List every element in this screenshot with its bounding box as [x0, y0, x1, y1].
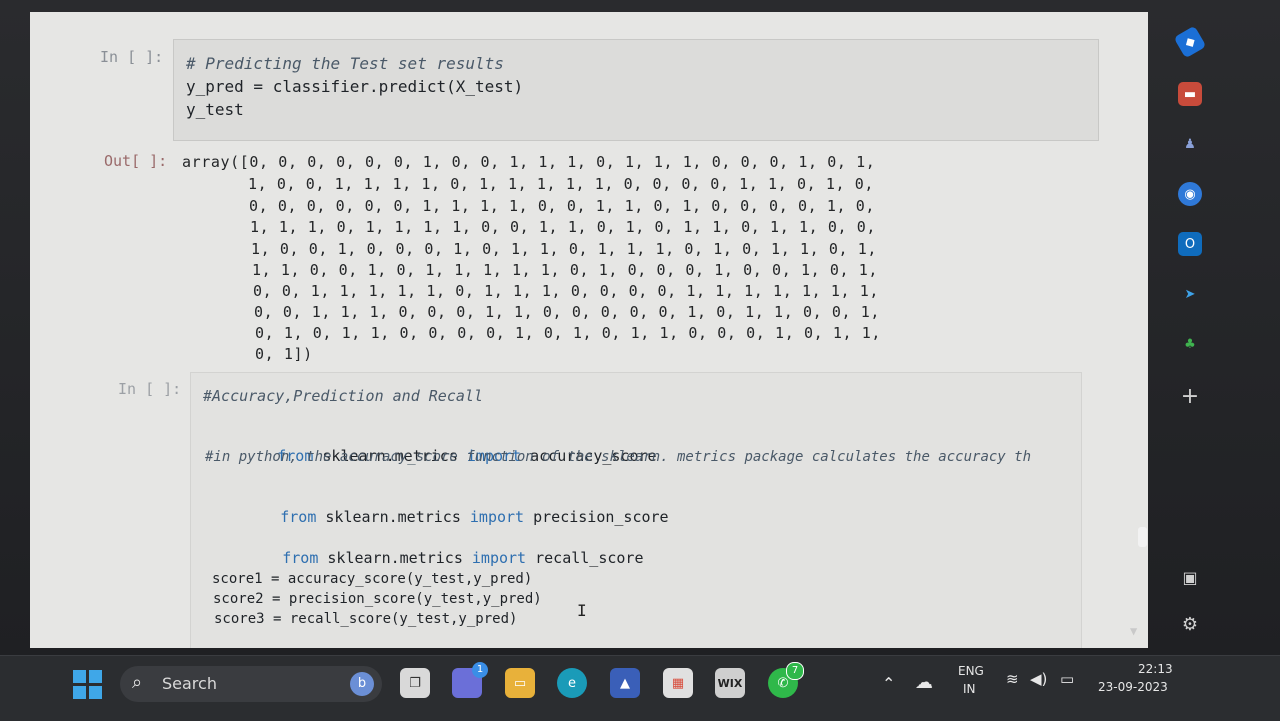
monitor-screen: In [ ]: # Predicting the Test set result…	[0, 0, 1280, 655]
scrollbar-thumb[interactable]	[1138, 527, 1147, 547]
windows-logo-tile	[89, 686, 102, 699]
windows-logo-tile	[89, 670, 102, 683]
outlook-icon[interactable]: O	[1178, 232, 1202, 256]
language-indicator-bottom[interactable]: IN	[963, 682, 976, 696]
sidebar-dock: ◆ ▬ ♟ ◉ O ➤ ♣ + ▣ ⚙	[1172, 20, 1212, 650]
windows-logo-tile	[73, 670, 86, 683]
output-line: 1, 1, 0, 0, 1, 0, 1, 1, 1, 1, 1, 0, 1, 0…	[252, 261, 878, 279]
split-screen-icon[interactable]: ▣	[1178, 565, 1202, 589]
whatsapp-icon[interactable]: ✆ 7	[768, 662, 804, 698]
people-icon[interactable]: ♟	[1178, 132, 1202, 156]
import-name: precision_score	[524, 508, 669, 526]
code-line: score3 = recall_score(y_test,y_pred)	[214, 611, 518, 627]
code-cell-input[interactable]: # Predicting the Test set results y_pred…	[173, 39, 1099, 141]
show-hidden-icons-chevron-icon[interactable]: ⌃	[882, 674, 895, 693]
keyword-from: from	[280, 508, 317, 526]
start-button[interactable]	[73, 670, 103, 700]
onedrive-cloud-icon[interactable]: ☁	[915, 672, 933, 693]
code-cell-input[interactable]: #Accuracy,Prediction and Recall from skl…	[190, 372, 1082, 648]
photo-app-icon[interactable]: ▲	[610, 668, 640, 698]
file-explorer-icon[interactable]: ▭	[505, 668, 535, 698]
output-line: 0, 0, 1, 1, 1, 1, 1, 0, 1, 1, 1, 0, 0, 0…	[253, 282, 879, 300]
output-line: 0, 1, 0, 1, 1, 0, 0, 0, 0, 1, 0, 1, 0, 1…	[255, 324, 881, 342]
code-comment: #in python, the accuracy_score function …	[205, 449, 1032, 465]
output-line: 0, 0, 0, 0, 0, 0, 1, 1, 1, 1, 0, 0, 1, 1…	[249, 197, 875, 215]
keyword-import: import	[469, 508, 525, 526]
edge-browser-icon[interactable]: e	[557, 668, 587, 698]
import-name: recall_score	[526, 549, 644, 567]
wix-app-icon[interactable]: WIX	[715, 668, 745, 698]
clock-date[interactable]: 23-09-2023	[1098, 680, 1168, 694]
keyword-from: from	[282, 549, 319, 567]
output-line: 1, 1, 1, 0, 1, 1, 1, 1, 0, 0, 1, 1, 0, 1…	[250, 218, 876, 236]
output-line: 0, 0, 1, 1, 1, 0, 0, 0, 1, 1, 0, 0, 0, 0…	[254, 303, 880, 321]
settings-icon[interactable]: ⚙	[1178, 612, 1202, 636]
code-comment: #Accuracy,Prediction and Recall	[203, 387, 483, 405]
output-line: 0, 1])	[255, 345, 313, 363]
store-icon[interactable]: ▦	[663, 668, 693, 698]
windows-logo-tile	[73, 686, 86, 699]
language-indicator-top[interactable]: ENG	[958, 664, 984, 678]
battery-icon[interactable]: ▭	[1060, 670, 1074, 688]
tag-icon[interactable]: ◆	[1173, 25, 1207, 59]
code-line: y_pred = classifier.predict(X_test)	[186, 77, 524, 96]
wifi-icon[interactable]: ≋	[1006, 670, 1019, 688]
taskbar: ⌕ Search b ❐ 1 ▭ e ▲ ▦ WIX ✆ 7 ⌃ ☁ ENG I…	[0, 655, 1280, 721]
cell-prompt-out: Out[ ]:	[104, 152, 168, 170]
cell-prompt-in: In [ ]:	[100, 48, 164, 66]
cell-prompt-in: In [ ]:	[118, 380, 182, 398]
code-line: score1 = accuracy_score(y_test,y_pred)	[212, 571, 533, 587]
clock-time[interactable]: 22:13	[1138, 662, 1173, 676]
scroll-down-arrow-icon[interactable]: ▼	[1130, 624, 1137, 638]
task-view-icon[interactable]: ❐	[400, 668, 430, 698]
search-icon: ⌕	[132, 672, 143, 693]
bing-icon[interactable]: b	[350, 672, 374, 696]
output-line: array([0, 0, 0, 0, 0, 0, 1, 0, 0, 1, 1, …	[182, 153, 876, 171]
tree-icon[interactable]: ♣	[1178, 332, 1202, 356]
volume-icon[interactable]: ◀)	[1030, 670, 1047, 688]
copilot-icon[interactable]: ◉	[1178, 182, 1202, 206]
module-name: sklearn.metrics	[316, 508, 470, 526]
whatsapp-badge: 7	[786, 662, 804, 680]
add-icon[interactable]: +	[1178, 384, 1202, 409]
briefcase-icon[interactable]: ▬	[1178, 82, 1202, 106]
code-line: score2 = precision_score(y_test,y_pred)	[213, 591, 542, 607]
send-icon[interactable]: ➤	[1178, 282, 1202, 306]
code-line: y_test	[186, 100, 244, 119]
module-name: sklearn.metrics	[318, 549, 472, 567]
teams-badge: 1	[472, 662, 488, 678]
output-line: 1, 0, 0, 1, 0, 0, 0, 1, 0, 1, 1, 0, 1, 1…	[251, 240, 877, 258]
taskbar-search[interactable]: ⌕ Search b	[120, 666, 382, 702]
jupyter-notebook: In [ ]: # Predicting the Test set result…	[30, 12, 1148, 648]
output-line: 1, 0, 0, 1, 1, 1, 1, 0, 1, 1, 1, 1, 1, 0…	[248, 175, 874, 193]
code-comment: # Predicting the Test set results	[186, 54, 504, 73]
keyword-import: import	[471, 549, 527, 567]
text-cursor-icon: I	[577, 601, 587, 620]
teams-icon[interactable]: 1	[452, 662, 488, 698]
search-label: Search	[162, 674, 217, 693]
